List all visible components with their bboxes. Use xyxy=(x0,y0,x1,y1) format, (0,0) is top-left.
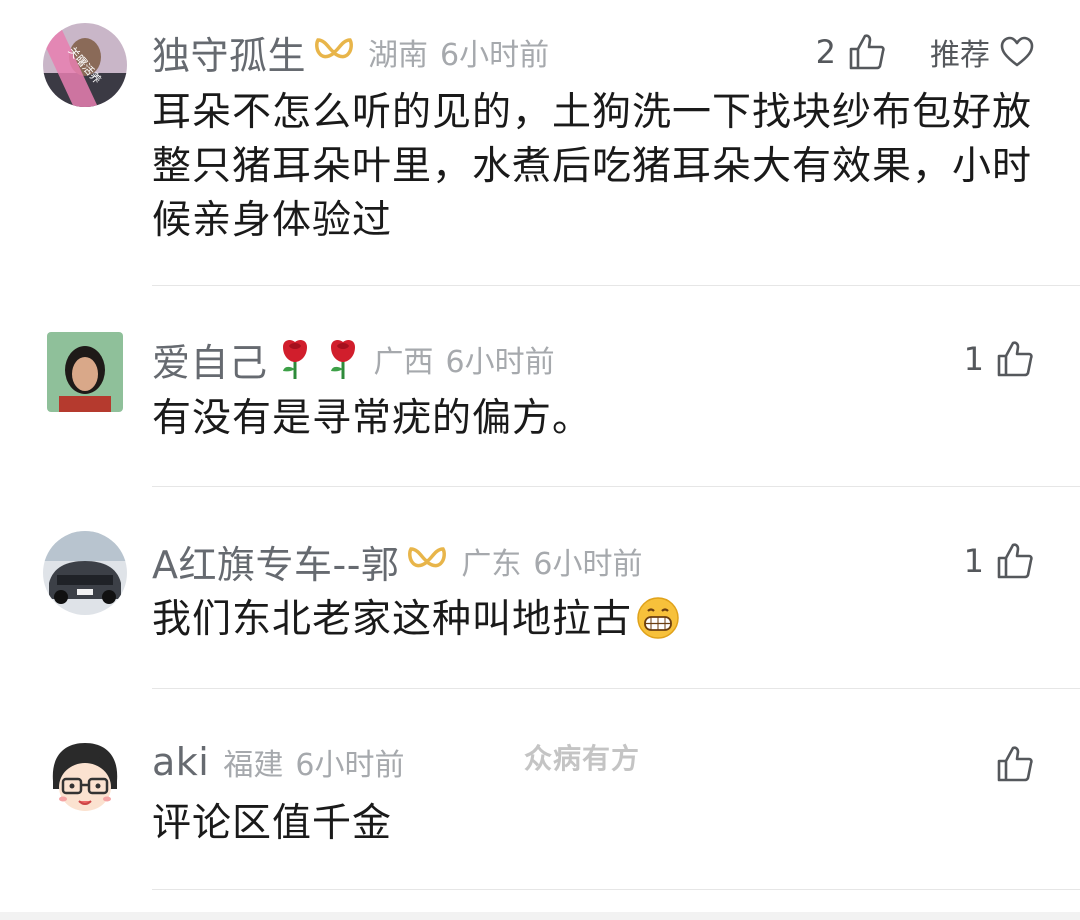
gold-ribbon-badge-icon xyxy=(407,546,447,576)
avatar[interactable]: 关曙活养 xyxy=(43,23,127,107)
avatar[interactable] xyxy=(43,531,127,615)
thumbs-up-icon[interactable] xyxy=(996,745,1034,783)
watermark: 众病有方 xyxy=(524,742,641,775)
comment-item: 爱自己 广西 6小时前 1 有没有是寻常疣的偏方。 xyxy=(0,286,1080,486)
thumbs-up-icon[interactable] xyxy=(996,340,1034,378)
rose-emoji-icon xyxy=(326,337,360,381)
avatar[interactable] xyxy=(47,332,123,412)
comment-text: 耳朵不怎么听的见的，土狗洗一下找块纱布包好放整只猪耳朵叶里，水煮后吃猪耳朵大有效… xyxy=(152,90,1033,243)
comment-actions xyxy=(996,739,1034,789)
comment-actions: 2 推荐 xyxy=(816,27,1034,77)
username[interactable]: 爱自己 xyxy=(152,332,268,387)
comment-actions: 1 xyxy=(964,334,1034,384)
timestamp: 6小时前 xyxy=(440,38,550,73)
like-count: 1 xyxy=(963,542,984,580)
location: 广东 xyxy=(461,547,522,582)
recommend-button[interactable]: 推荐 xyxy=(930,30,990,74)
bottom-strip xyxy=(0,912,1080,920)
rose-emoji-icon xyxy=(278,337,312,381)
username[interactable]: 独守孤生 xyxy=(152,25,306,80)
comment-item: 关曙活养 独守孤生 湖南 6小时前 2 推荐 耳朵不怎么听的见的，土狗洗一下找块… xyxy=(0,0,1080,285)
location: 湖南 xyxy=(368,38,429,73)
divider xyxy=(152,889,1080,890)
comment-text: 有没有是寻常疣的偏方。 xyxy=(152,396,593,441)
comment-meta: aki 福建 6小时前 xyxy=(152,737,404,787)
comment-text: 评论区值千金 xyxy=(152,801,393,846)
timestamp: 6小时前 xyxy=(533,547,643,582)
heart-icon[interactable] xyxy=(1000,36,1034,68)
thumbs-up-icon[interactable] xyxy=(996,542,1034,580)
comment-text-content: 我们东北老家这种叫地拉古 xyxy=(152,597,633,642)
thumbs-up-icon[interactable] xyxy=(848,33,886,71)
timestamp: 6小时前 xyxy=(445,345,555,380)
comment-meta: A红旗专车--郭 广东 6小时前 xyxy=(152,534,643,589)
comment-text: 我们东北老家这种叫地拉古 xyxy=(152,593,1047,647)
timestamp: 6小时前 xyxy=(295,748,405,783)
username[interactable]: aki xyxy=(152,740,209,784)
username[interactable]: A红旗专车--郭 xyxy=(152,534,399,589)
comment-meta: 爱自己 广西 6小时前 xyxy=(152,332,555,387)
like-count: 1 xyxy=(963,340,984,378)
comment-item: aki 福建 6小时前 评论区值千金 xyxy=(0,689,1080,889)
grinning-emoji-icon xyxy=(636,596,680,640)
location: 福建 xyxy=(223,748,284,783)
like-count: 2 xyxy=(815,33,836,71)
comment-meta: 独守孤生 湖南 6小时前 xyxy=(152,25,550,80)
avatar[interactable] xyxy=(43,737,127,821)
comment-actions: 1 xyxy=(964,536,1034,586)
location: 广西 xyxy=(373,345,434,380)
gold-ribbon-badge-icon xyxy=(314,37,354,67)
comment-item: A红旗专车--郭 广东 6小时前 1 我们东北老家这种叫地拉古 xyxy=(0,487,1080,688)
